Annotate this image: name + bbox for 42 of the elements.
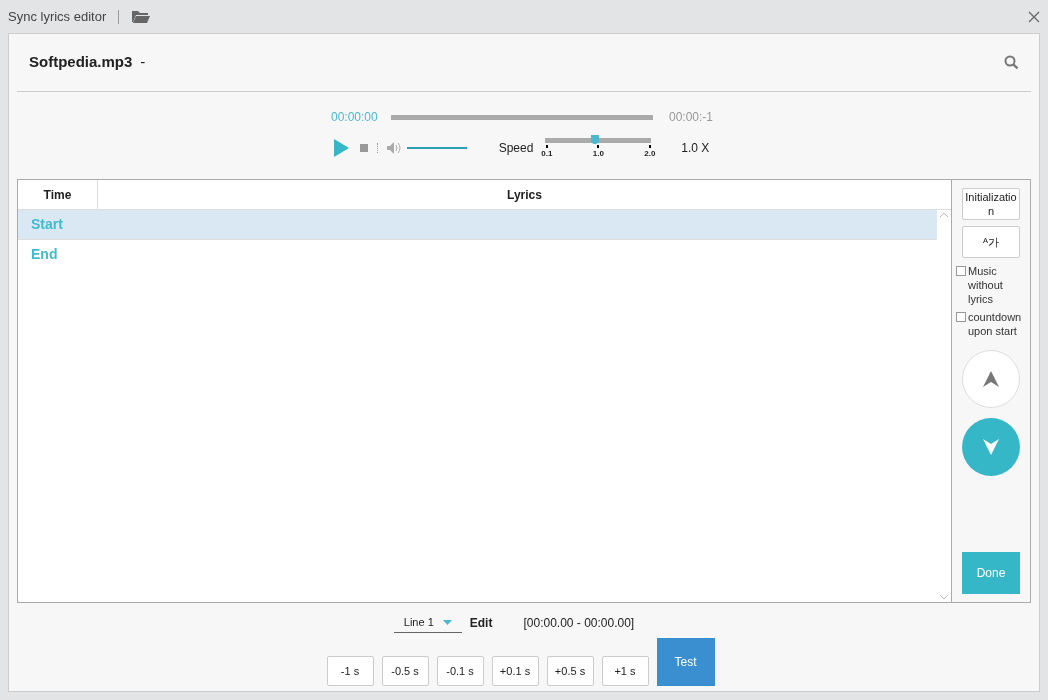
time-shift-button[interactable]: +1 s xyxy=(601,656,649,686)
time-shift-button[interactable]: +0.1 s xyxy=(491,656,539,686)
close-icon[interactable] xyxy=(1028,10,1040,23)
checkbox[interactable] xyxy=(956,266,966,276)
time-range: [00:00.00 - 00:00.00] xyxy=(523,615,635,632)
scroll-up-icon[interactable] xyxy=(940,212,948,217)
speed-slider[interactable] xyxy=(545,138,652,143)
up-arrow-icon xyxy=(983,371,999,387)
play-icon[interactable] xyxy=(332,138,349,157)
line-select[interactable]: Line 1 xyxy=(393,613,462,633)
current-time: 00:00:00 xyxy=(330,109,379,126)
progress-bar[interactable] xyxy=(390,114,653,120)
dropdown-caret-icon xyxy=(442,620,452,625)
window-title: Sync lyrics editor xyxy=(8,7,107,26)
time-shift-button[interactable]: -0.5 s xyxy=(381,656,429,686)
time-shift-button[interactable]: +0.5 s xyxy=(546,656,594,686)
tick-label: 2.0 xyxy=(644,148,656,160)
volume-slider[interactable] xyxy=(406,146,467,149)
file-name: Softpedia.mp3 xyxy=(29,52,133,73)
tick-label: 0.1 xyxy=(541,148,553,160)
language-button[interactable]: ᴬ가 xyxy=(962,226,1020,258)
speed-label: Speed xyxy=(498,139,534,157)
edit-label: Edit xyxy=(469,615,493,632)
checkbox[interactable] xyxy=(956,312,966,322)
total-time: 00:00:-1 xyxy=(668,109,713,126)
time-shift-button[interactable]: -0.1 s xyxy=(436,656,484,686)
speaker-icon[interactable] xyxy=(386,141,403,154)
speed-value: 1.0 X xyxy=(681,139,710,157)
time-shift-button[interactable]: -1 s xyxy=(326,656,374,686)
down-button[interactable] xyxy=(962,418,1020,476)
checkbox-label: Music without lyrics xyxy=(968,264,1004,306)
initialization-button[interactable]: Initialization xyxy=(962,188,1020,220)
down-arrow-icon xyxy=(983,439,999,455)
checkbox-label: countdown upon start xyxy=(968,310,1023,338)
search-icon[interactable] xyxy=(1004,55,1019,70)
tick-label: 1.0 xyxy=(592,148,604,160)
scroll-down-icon[interactable] xyxy=(940,595,948,600)
folder-icon[interactable] xyxy=(131,9,151,24)
column-header: Lyrics xyxy=(506,186,543,204)
stop-icon[interactable] xyxy=(359,143,368,152)
file-separator: - xyxy=(140,52,146,73)
column-header: Time xyxy=(18,180,98,209)
